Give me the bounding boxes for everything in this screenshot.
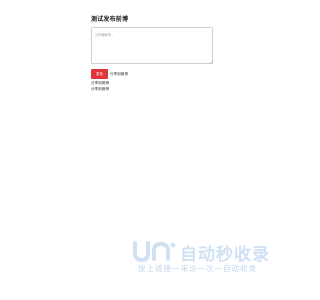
share-line: 分享到微博 (91, 81, 109, 85)
form-title: 测试发布前博 (91, 16, 129, 23)
resize-grip-icon[interactable] (209, 60, 213, 64)
post-textarea[interactable] (91, 27, 213, 64)
watermark-name: 自动秒收录 (180, 245, 270, 265)
watermark-slogan: 放上链接一来访一次一自动收录 (138, 264, 257, 273)
share-line: 分享到微博 (91, 87, 109, 91)
share-link[interactable]: 分享到微博 (110, 72, 128, 77)
watermark: 自动秒收录 放上链接一来访一次一自动收录 (132, 239, 282, 275)
watermark-logo-icon (133, 241, 176, 263)
page: 测试发布前博 发布 分享到微博 分享到微博 分享到微博 自动秒收录 放上链接一来… (0, 0, 300, 300)
submit-button[interactable]: 发布 (91, 69, 108, 79)
